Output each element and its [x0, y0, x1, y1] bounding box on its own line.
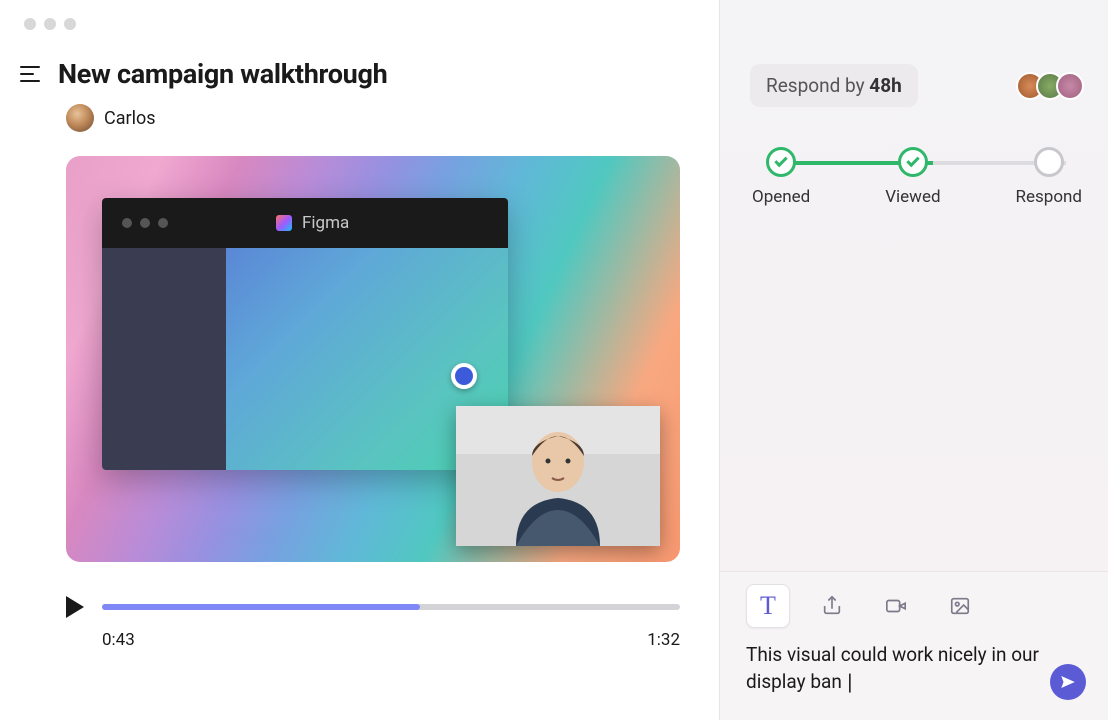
share-tool-button[interactable]	[810, 584, 854, 628]
player-controls	[66, 596, 680, 618]
figma-dot	[140, 218, 150, 228]
figma-logo-icon	[276, 215, 292, 231]
image-tool-button[interactable]	[938, 584, 982, 628]
side-panel: Respond by 48h Opened Viewed Respond T	[720, 0, 1108, 720]
author-name: Carlos	[104, 108, 156, 129]
progress-steps: Opened Viewed Respond	[752, 147, 1082, 207]
menu-icon[interactable]	[20, 62, 44, 86]
step-label: Opened	[752, 187, 810, 207]
step-viewed: Viewed	[885, 147, 940, 207]
figma-sidebar	[102, 248, 226, 470]
respond-prefix: Respond by	[766, 74, 869, 97]
video-preview[interactable]: Figma	[66, 156, 680, 562]
share-icon	[821, 595, 843, 617]
window-controls[interactable]	[24, 18, 699, 30]
duration: 1:32	[647, 630, 680, 650]
check-icon	[898, 147, 928, 177]
author-row: Carlos	[66, 104, 699, 132]
zoom-window-dot[interactable]	[64, 18, 76, 30]
send-button[interactable]	[1050, 664, 1086, 700]
progress-track[interactable]	[102, 604, 680, 610]
current-time: 0:43	[102, 630, 135, 650]
step-label: Viewed	[885, 187, 940, 207]
figma-dot	[158, 218, 168, 228]
author-avatar[interactable]	[66, 104, 94, 132]
header-row: New campaign walkthrough	[20, 58, 699, 90]
cursor-indicator-icon	[451, 363, 477, 389]
figma-window: Figma	[102, 198, 508, 470]
time-row: 0:43 1:32	[66, 630, 680, 650]
play-button-icon[interactable]	[66, 596, 84, 618]
viewer-avatars[interactable]	[1024, 72, 1084, 100]
viewer-avatar[interactable]	[1056, 72, 1084, 100]
main-panel: New campaign walkthrough Carlos Figma	[0, 0, 720, 720]
page-title: New campaign walkthrough	[58, 58, 387, 90]
close-window-dot[interactable]	[24, 18, 36, 30]
minimize-window-dot[interactable]	[44, 18, 56, 30]
progress-fill	[102, 604, 420, 610]
respond-row: Respond by 48h	[750, 64, 1084, 107]
video-tool-button[interactable]	[874, 584, 918, 628]
check-icon	[766, 147, 796, 177]
figma-body	[102, 248, 508, 470]
step-respond: Respond	[1016, 147, 1082, 207]
step-label: Respond	[1016, 187, 1082, 207]
figma-app-name: Figma	[302, 213, 349, 233]
send-icon	[1059, 673, 1077, 691]
image-icon	[949, 595, 971, 617]
figma-titlebar: Figma	[102, 198, 508, 248]
compose-toolbar: T	[746, 584, 1084, 628]
respond-deadline: 48h	[869, 74, 901, 97]
step-opened: Opened	[752, 147, 810, 207]
figma-dot	[122, 218, 132, 228]
presenter-webcam	[456, 406, 660, 546]
video-icon	[885, 595, 907, 617]
compose-area: T This visual could work nicely in our d…	[720, 571, 1108, 720]
compose-input[interactable]: This visual could work nicely in our dis…	[746, 642, 1084, 696]
text-tool-button[interactable]: T	[746, 584, 790, 628]
respond-deadline-chip: Respond by 48h	[750, 64, 918, 107]
pending-step-icon	[1034, 147, 1064, 177]
